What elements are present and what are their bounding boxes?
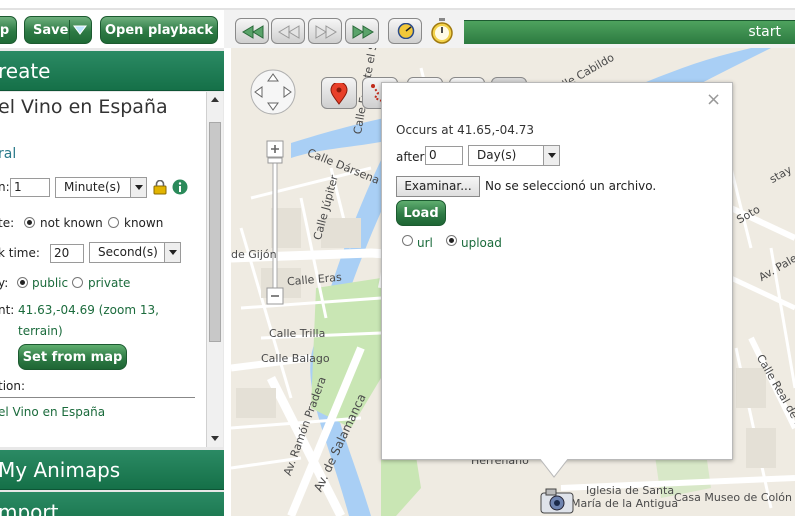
occurs-at-text: Occurs at 41.65,-04.73 — [396, 123, 534, 137]
after-input[interactable]: 0 — [425, 146, 463, 165]
stopwatch-icon[interactable] — [430, 17, 454, 45]
lock-icon[interactable] — [153, 180, 167, 195]
location-value: el Vino en España — [0, 405, 106, 419]
upload-radio[interactable] — [446, 235, 457, 246]
pan-control[interactable] — [249, 68, 297, 116]
track-time-unit-select[interactable]: Second(s) — [89, 242, 181, 263]
my-animaps-label: My Animaps — [0, 458, 121, 482]
step-forward-icon — [315, 25, 337, 39]
after-unit-select[interactable]: Day(s) — [468, 145, 560, 166]
close-icon[interactable]: × — [706, 89, 721, 110]
timeline-start-label: start — [748, 24, 781, 40]
visibility-public-label: public — [32, 276, 69, 290]
street-label: Calle Trilla — [269, 327, 326, 340]
browse-file-button[interactable]: Examinar... — [396, 176, 480, 197]
duration-unit-value: Minute(s) — [64, 180, 121, 194]
street-label: de Gijón — [231, 248, 277, 261]
camera-marker-icon[interactable] — [540, 488, 574, 516]
map-pin-icon — [330, 83, 348, 105]
duration-input[interactable]: 1 — [10, 178, 50, 197]
info-icon[interactable] — [172, 179, 188, 195]
import-label: mport — [0, 500, 59, 516]
no-file-text: No se seleccionó un archivo. — [485, 179, 657, 193]
fast-forward-icon — [352, 25, 374, 39]
poi-label: Casa Museo de Colón — [674, 491, 792, 504]
point-value: 41.63,-04.69 (zoom 13, — [18, 303, 159, 317]
my-animaps-header[interactable]: My Animaps — [0, 450, 224, 490]
visibility-public-radio[interactable] — [17, 277, 28, 288]
visibility-private-label: private — [88, 276, 131, 290]
duration-unit-select[interactable]: Minute(s) — [55, 177, 147, 198]
point-value-cont: terrain) — [18, 324, 63, 338]
browse-file-label: Examinar... — [404, 179, 472, 193]
url-radio[interactable] — [402, 235, 413, 246]
timeline-bar[interactable]: start — [464, 20, 795, 44]
point-label: nt: — [0, 303, 15, 317]
chevron-down-icon — [164, 243, 180, 262]
marker-info-window: × — [381, 82, 733, 460]
partial-button[interactable]: p — [0, 16, 17, 44]
set-from-map-button[interactable]: Set from map — [18, 344, 127, 370]
load-button[interactable]: Load — [396, 200, 446, 226]
duration-label: n: — [0, 180, 10, 194]
chevron-down-icon[interactable] — [69, 20, 89, 40]
date-known-radio[interactable] — [108, 217, 119, 228]
street-label: Calle Balago — [261, 352, 330, 365]
date-not-known-radio[interactable] — [24, 217, 35, 228]
poi-label: Iglesia de Santa — [586, 484, 675, 497]
create-header-label: reate — [0, 59, 51, 83]
animap-title: el Vino en España — [0, 96, 168, 118]
create-form: el Vino en España ral n: 1 Minute(s) te:… — [0, 92, 208, 447]
after-unit-value: Day(s) — [477, 148, 517, 162]
rewind-button[interactable] — [235, 18, 269, 44]
load-button-label: Load — [403, 206, 439, 221]
top-strip — [0, 0, 795, 10]
add-marker-button[interactable] — [321, 77, 357, 109]
date-not-known-label: not known — [40, 216, 103, 230]
date-label: te: — [0, 216, 15, 230]
scroll-thumb[interactable] — [209, 122, 221, 342]
zoom-control[interactable] — [265, 140, 285, 310]
step-back-icon — [278, 25, 300, 39]
visibility-private-radio[interactable] — [72, 277, 83, 288]
track-time-input[interactable]: 20 — [50, 244, 84, 263]
set-from-map-label: Set from map — [22, 350, 123, 365]
panel-scrollbar[interactable] — [206, 92, 223, 447]
after-label: after — [396, 150, 425, 164]
chevron-down-icon — [543, 146, 559, 165]
track-time-unit-value: Second(s) — [98, 245, 158, 259]
location-label: tion: — [0, 379, 26, 393]
fast-forward-button[interactable] — [345, 18, 379, 44]
url-option-label: url — [417, 236, 433, 250]
save-button-label: Save — [33, 23, 69, 38]
left-panel: reate el Vino en España ral n: 1 Minute(… — [0, 48, 224, 516]
partial-button-label: p — [0, 23, 10, 38]
speed-button[interactable] — [388, 18, 422, 44]
info-window-pointer — [540, 459, 568, 478]
import-header[interactable]: mport — [0, 492, 224, 516]
step-forward-button[interactable] — [308, 18, 342, 44]
create-header[interactable]: reate — [0, 51, 224, 91]
rewind-icon — [242, 25, 264, 39]
poi-label: María de la Antigua — [571, 497, 679, 510]
location-divider — [0, 397, 195, 398]
scroll-up-icon[interactable] — [209, 94, 221, 106]
open-playback-button[interactable]: Open playback — [100, 16, 218, 44]
chevron-down-icon — [130, 178, 146, 197]
upload-option-label: upload — [461, 236, 502, 250]
save-button[interactable]: Save — [24, 16, 92, 44]
scroll-down-icon[interactable] — [209, 432, 221, 444]
speedometer-icon — [397, 23, 415, 39]
visibility-label: y: — [0, 276, 9, 290]
track-time-label: k time: — [0, 246, 40, 260]
step-back-button[interactable] — [271, 18, 305, 44]
date-known-label: known — [124, 216, 164, 230]
open-playback-label: Open playback — [105, 23, 213, 38]
general-link[interactable]: ral — [0, 146, 16, 162]
